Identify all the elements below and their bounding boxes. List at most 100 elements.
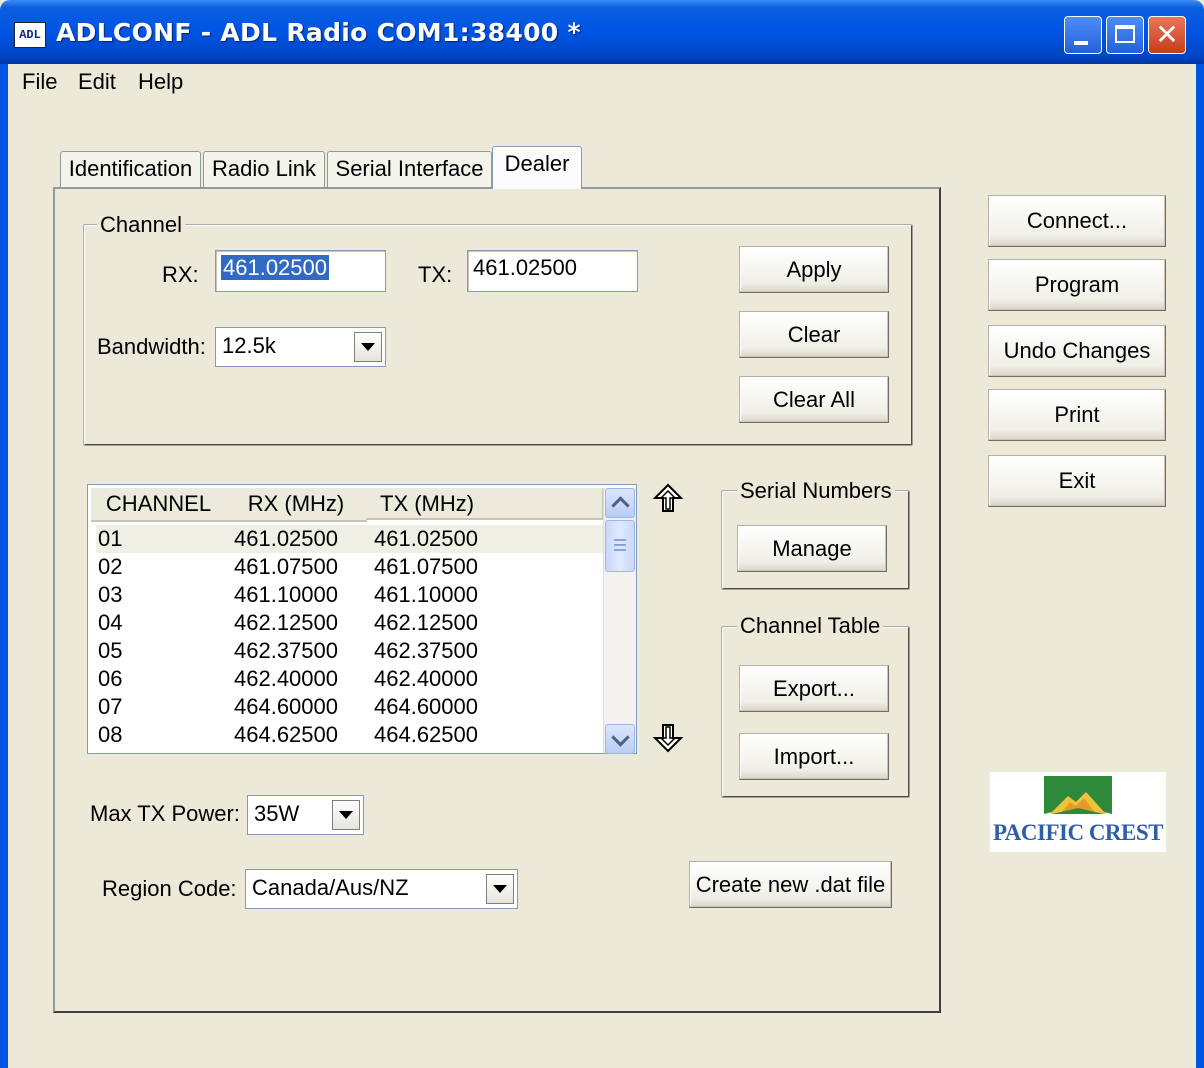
channel-group-label: Channel — [97, 212, 185, 238]
chevron-down-icon — [493, 885, 507, 893]
arrow-down-icon — [652, 724, 684, 753]
chevron-down-icon — [361, 343, 375, 351]
bandwidth-value: 12.5k — [222, 333, 276, 358]
chevron-up-icon — [610, 495, 630, 515]
max-tx-power-dropdown-button[interactable] — [332, 800, 360, 830]
tx-cell: 464.62500 — [374, 722, 478, 747]
channel-table-label: Channel Table — [737, 613, 884, 639]
list-item[interactable]: 03 461.10000 461.10000 — [96, 581, 606, 609]
region-code-value: Canada/Aus/NZ — [252, 875, 409, 900]
maximize-button[interactable] — [1106, 16, 1144, 54]
tx-cell: 462.40000 — [374, 666, 478, 691]
rx-label: RX: — [162, 262, 199, 287]
tab-serial-interface[interactable]: Serial Interface — [327, 151, 492, 187]
list-item[interactable]: 02 461.07500 461.07500 — [96, 553, 606, 581]
column-header-channel[interactable]: CHANNEL — [91, 488, 227, 522]
max-tx-power-select[interactable]: 35W — [247, 795, 364, 835]
window-border-left — [0, 64, 8, 1068]
move-down-button[interactable] — [652, 722, 684, 754]
menu-help[interactable]: Help — [138, 69, 183, 95]
create-dat-file-button[interactable]: Create new .dat file — [689, 861, 892, 908]
region-code-dropdown-button[interactable] — [486, 874, 514, 904]
channel-cell: 06 — [98, 666, 123, 691]
channel-cell: 05 — [98, 638, 123, 663]
manage-button[interactable]: Manage — [737, 525, 887, 572]
close-icon: ✕ — [1155, 19, 1179, 50]
channel-cell: 07 — [98, 694, 123, 719]
channel-cell: 02 — [98, 554, 123, 579]
tx-cell: 461.07500 — [374, 554, 478, 579]
serial-numbers-label: Serial Numbers — [737, 478, 895, 504]
clear-all-button[interactable]: Clear All — [739, 376, 889, 423]
channel-cell: 03 — [98, 582, 123, 607]
list-item[interactable]: 04 462.12500 462.12500 — [96, 609, 606, 637]
column-header-rx[interactable]: RX (MHz) — [226, 488, 367, 522]
list-item[interactable]: 01 461.02500 461.02500 — [96, 525, 606, 553]
logo-text: PACIFIC CREST — [992, 820, 1164, 845]
chevron-down-icon — [610, 727, 630, 747]
apply-button[interactable]: Apply — [739, 246, 889, 293]
rx-input[interactable]: 461.02500 — [215, 250, 386, 292]
app-icon[interactable]: ADL — [14, 22, 46, 48]
region-code-select[interactable]: Canada/Aus/NZ — [245, 869, 518, 909]
tx-input[interactable]: 461.02500 — [467, 250, 638, 292]
list-item[interactable]: 07 464.60000 464.60000 — [96, 693, 606, 721]
list-item[interactable]: 06 462.40000 462.40000 — [96, 665, 606, 693]
rx-cell: 461.02500 — [234, 526, 338, 551]
tx-cell: 462.12500 — [374, 610, 478, 635]
rx-cell: 464.60000 — [234, 694, 338, 719]
max-tx-power-value: 35W — [254, 801, 300, 826]
bandwidth-label: Bandwidth: — [97, 334, 206, 359]
max-tx-power-label: Max TX Power: — [90, 801, 240, 826]
minimize-button[interactable] — [1064, 16, 1102, 54]
window-border-right — [1196, 64, 1204, 1068]
bandwidth-dropdown-button[interactable] — [354, 332, 382, 362]
import-button[interactable]: Import... — [739, 733, 889, 780]
connect-button[interactable]: Connect... — [988, 195, 1166, 247]
pacific-crest-logo: PACIFIC CREST — [990, 772, 1166, 852]
rx-cell: 461.10000 — [234, 582, 338, 607]
rx-cell: 462.40000 — [234, 666, 338, 691]
program-button[interactable]: Program — [988, 259, 1166, 311]
channel-cell: 08 — [98, 722, 123, 747]
rx-input-value: 461.02500 — [221, 255, 329, 280]
move-up-button[interactable] — [652, 482, 684, 514]
tx-cell: 461.02500 — [374, 526, 478, 551]
tab-radio-link[interactable]: Radio Link — [203, 151, 325, 187]
column-header-tx[interactable]: TX (MHz) — [366, 488, 603, 520]
tx-cell: 461.10000 — [374, 582, 478, 607]
chevron-down-icon — [339, 811, 353, 819]
export-button[interactable]: Export... — [739, 665, 889, 712]
rx-cell: 461.07500 — [234, 554, 338, 579]
print-button[interactable]: Print — [988, 389, 1166, 441]
minimize-icon — [1074, 41, 1088, 45]
rx-cell: 464.62500 — [234, 722, 338, 747]
channel-list[interactable]: CHANNEL RX (MHz) TX (MHz) 01 461.02500 461… — [87, 484, 637, 754]
channel-cell: 04 — [98, 610, 123, 635]
tab-identification[interactable]: Identification — [60, 151, 201, 187]
tx-input-value: 461.02500 — [473, 255, 577, 280]
arrow-up-icon — [652, 483, 684, 512]
window-title: ADLCONF - ADL Radio COM1:38400 * — [56, 18, 581, 47]
tx-cell: 462.37500 — [374, 638, 478, 663]
exit-button[interactable]: Exit — [988, 455, 1166, 507]
rx-cell: 462.37500 — [234, 638, 338, 663]
list-scrollbar[interactable] — [603, 488, 636, 754]
channel-cell: 01 — [98, 526, 123, 551]
menu-file[interactable]: File — [22, 69, 57, 95]
clear-button[interactable]: Clear — [739, 311, 889, 358]
region-code-label: Region Code: — [102, 876, 237, 901]
scroll-down-button[interactable] — [605, 724, 635, 754]
rx-cell: 462.12500 — [234, 610, 338, 635]
scroll-up-button[interactable] — [605, 488, 635, 518]
tab-dealer[interactable]: Dealer — [492, 146, 582, 189]
bandwidth-select[interactable]: 12.5k — [215, 327, 386, 367]
undo-changes-button[interactable]: Undo Changes — [988, 325, 1166, 377]
list-item[interactable]: 05 462.37500 462.37500 — [96, 637, 606, 665]
tx-label: TX: — [418, 262, 453, 287]
menu-edit[interactable]: Edit — [78, 69, 116, 95]
scroll-thumb[interactable] — [605, 520, 635, 572]
list-item[interactable]: 08 464.62500 464.62500 — [96, 721, 606, 749]
maximize-icon — [1115, 25, 1135, 43]
close-button[interactable]: ✕ — [1148, 16, 1186, 54]
